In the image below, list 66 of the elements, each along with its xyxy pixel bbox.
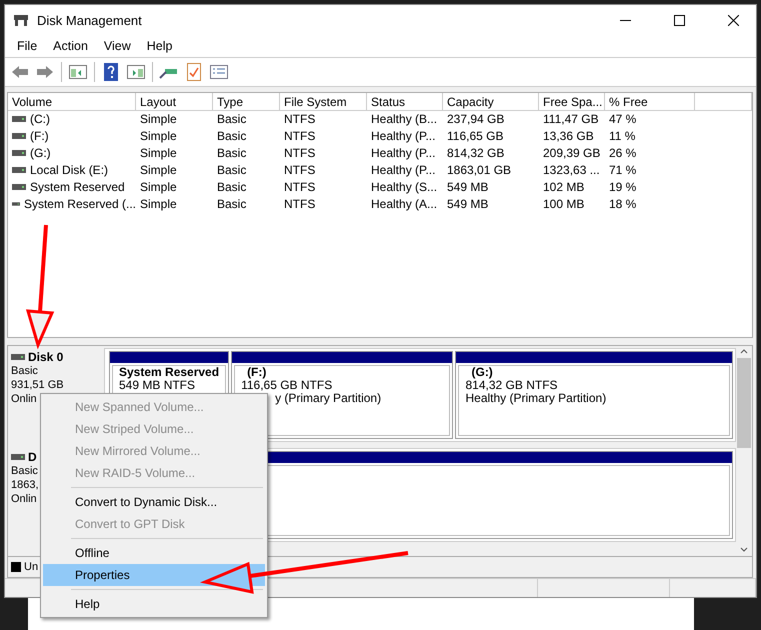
table-cell-text: NTFS [283,180,316,194]
table-cell-text: Simple [139,112,178,126]
table-cell-text: 18 % [608,196,638,210]
table-cell-text: 26 % [608,146,638,160]
table-cell-text: Basic [216,180,248,194]
partition-detail: 549 MB NTFS [119,379,196,392]
disk-detail: Basic [11,364,38,378]
disk-detail: Basic [11,464,38,478]
partition-detail: y (Primary Partition) [274,392,382,405]
window-title: Disk Management [37,12,143,28]
table-cell-text: Basic [216,112,248,126]
table-cell-text: 1863,01 GB [446,162,512,176]
partition-title: System Reserved [119,366,220,379]
legend-label: Un [24,561,38,573]
table-cell-text: Healthy (P... [370,146,436,160]
table-cell-text: 100 MB [542,196,586,210]
table-cell-text: Simple [139,180,178,194]
table-cell-text: Basic [216,196,248,210]
disk-detail: Onlin [11,392,37,406]
table-cell-text: 237,94 GB [446,112,506,126]
table-cell-text: 549 MB [446,180,490,194]
table-cell-text: NTFS [283,128,316,142]
table-cell-text: NTFS [283,112,316,126]
table-cell-text: Basic [216,162,248,176]
table-cell-text: NTFS [283,162,316,176]
table-cell: (C:) [8,112,136,126]
table-cell-text: Healthy (S... [370,180,438,194]
table-cell-text: 549 MB [446,196,490,210]
partition-detail: Healthy (Primary Partition) [465,392,606,405]
table-cell-text: 13,36 GB [542,128,595,142]
table-cell-text: NTFS [283,146,316,160]
table-cell-text: Healthy (P... [370,128,436,142]
table-cell-text: 102 MB [542,180,586,194]
table-cell-text: Simple [139,146,178,160]
table-cell: System Reserved (... [8,196,136,210]
table-cell-text: 116,65 GB [446,128,504,142]
table-cell: Local Disk (E:) [8,162,136,176]
table-cell: (G:) [8,146,136,160]
table-cell-text: Simple [139,196,178,210]
table-cell-text: Basic [216,146,248,160]
disk-detail: 1863, [11,478,39,492]
disk-detail: 931,51 GB [11,378,64,392]
table-cell-text: 209,39 GB [542,146,602,160]
table-cell-text: 1323,63 ... [542,162,601,176]
disk-detail: Onlin [11,492,37,506]
table-cell-text: Simple [139,128,178,142]
table-cell: (F:) [8,128,136,142]
table-cell-text: 814,32 GB [446,146,506,160]
disk-name: Disk 0 [28,350,64,364]
table-cell-text: 11 % [608,128,636,142]
table-cell-text: Basic [216,128,248,142]
table-cell-text: Simple [139,162,178,176]
table-cell-text: Healthy (A... [370,196,438,210]
table-cell-text: 19 % [608,180,638,194]
table-cell: System Reserved [8,180,136,194]
partition-title: (G:) [470,366,493,379]
table-cell-text: Healthy (B... [370,112,438,126]
table-cell-text: 47 % [608,112,638,126]
table-cell-text: 111,47 GB [542,112,600,126]
table-cell-text: NTFS [283,196,316,210]
disk-name: D [28,450,37,464]
table-cell-text: Healthy (P... [370,162,436,176]
partition-title: (F:) [246,366,266,379]
table-cell-text: 71 % [608,162,638,176]
partition-detail: 814,32 GB NTFS [465,379,558,392]
partition-detail: 116,65 GB NTFS [241,379,332,392]
